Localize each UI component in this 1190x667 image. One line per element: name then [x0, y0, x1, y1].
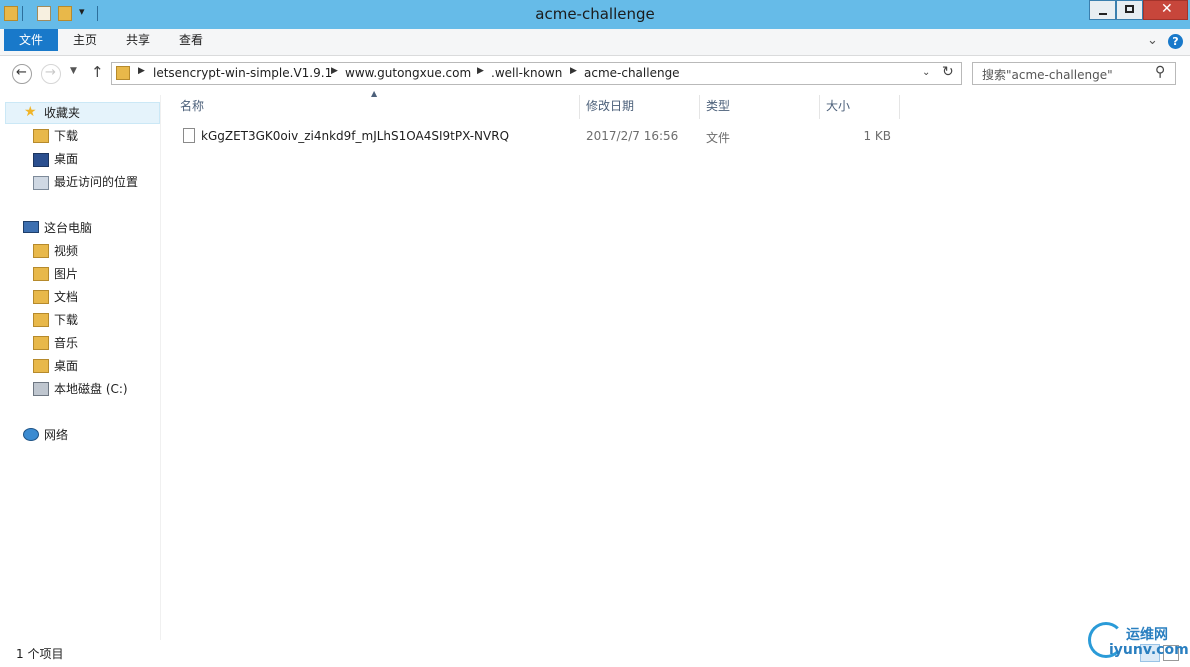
status-item-count: 1 个项目: [16, 647, 64, 661]
nav-this-pc[interactable]: 这台电脑: [44, 218, 92, 238]
folder-icon: [116, 66, 130, 80]
forward-button[interactable]: →: [41, 64, 61, 84]
close-button[interactable]: ✕: [1143, 0, 1188, 20]
file-modified: 2017/2/7 16:56: [586, 129, 679, 143]
tab-view[interactable]: 查看: [169, 29, 213, 51]
forward-arrow-icon: →: [45, 65, 56, 80]
nav-item-downloads-pc[interactable]: 下载: [54, 310, 78, 330]
help-icon[interactable]: ?: [1168, 34, 1183, 49]
back-arrow-icon: ←: [16, 65, 27, 80]
breadcrumb-separator-icon[interactable]: ▶: [570, 66, 577, 76]
desktop-folder-icon: [33, 359, 49, 373]
nav-item-documents[interactable]: 文档: [54, 287, 78, 307]
nav-item-desktop[interactable]: 桌面: [54, 149, 78, 169]
pictures-icon: [33, 267, 49, 281]
recent-locations-icon[interactable]: ▼: [70, 66, 77, 76]
recent-places-icon: [33, 176, 49, 190]
nav-item-videos[interactable]: 视频: [54, 241, 78, 261]
file-type: 文件: [706, 131, 731, 145]
nav-network[interactable]: 网络: [44, 425, 68, 445]
maximize-icon: [1125, 5, 1134, 13]
file-size: 1 KB: [863, 129, 891, 143]
network-icon: [23, 428, 39, 441]
minimize-icon: [1099, 13, 1107, 15]
downloads-icon: [33, 313, 49, 327]
pane-divider[interactable]: [160, 95, 161, 640]
breadcrumb-separator-icon[interactable]: ▶: [138, 66, 145, 76]
tab-home[interactable]: 主页: [63, 29, 107, 51]
back-button[interactable]: ←: [12, 64, 32, 84]
star-icon: ★: [24, 104, 37, 120]
nav-item-downloads[interactable]: 下载: [54, 126, 78, 146]
search-placeholder: 搜索"acme-challenge": [982, 68, 1113, 82]
breadcrumb-item[interactable]: acme-challenge: [584, 66, 680, 80]
expand-ribbon-icon[interactable]: ⌄: [1147, 33, 1158, 48]
address-dropdown-icon[interactable]: ⌄: [922, 67, 930, 78]
nav-item-pictures[interactable]: 图片: [54, 264, 78, 284]
window-title: acme-challenge: [535, 5, 655, 23]
breadcrumb-separator-icon[interactable]: ▶: [477, 66, 484, 76]
minimize-button[interactable]: [1089, 0, 1116, 20]
music-icon: [33, 336, 49, 350]
file-icon: [183, 128, 195, 143]
watermark-text: 运维网: [1126, 627, 1168, 643]
refresh-icon[interactable]: ↻: [942, 64, 954, 80]
nav-item-music[interactable]: 音乐: [54, 333, 78, 353]
drive-icon: [33, 382, 49, 396]
column-header-size[interactable]: 大小: [820, 95, 900, 119]
desktop-icon: [33, 153, 49, 167]
breadcrumb-item[interactable]: .well-known: [491, 66, 562, 80]
documents-icon: [33, 290, 49, 304]
tab-file[interactable]: 文件: [4, 29, 58, 51]
nav-item-local-disk[interactable]: 本地磁盘 (C:): [54, 379, 128, 399]
computer-icon: [23, 221, 39, 233]
downloads-icon: [33, 129, 49, 143]
column-header-modified[interactable]: 修改日期: [580, 95, 700, 119]
column-header-name[interactable]: 名称: [174, 95, 580, 119]
nav-item-desktop-pc[interactable]: 桌面: [54, 356, 78, 376]
up-arrow-icon[interactable]: ↑: [91, 63, 104, 81]
column-header-type[interactable]: 类型: [700, 95, 820, 119]
maximize-button[interactable]: [1116, 0, 1143, 20]
watermark-domain: iyunv.com: [1109, 642, 1189, 658]
file-name[interactable]: kGgZET3GK0oiv_zi4nkd9f_mJLhS1OA4SI9tPX-N…: [201, 129, 509, 143]
nav-favorites[interactable]: 收藏夹: [44, 103, 80, 123]
videos-icon: [33, 244, 49, 258]
tab-share[interactable]: 共享: [116, 29, 160, 51]
close-icon: ✕: [1161, 1, 1173, 17]
breadcrumb-item[interactable]: letsencrypt-win-simple.V1.9.1: [153, 66, 332, 80]
search-icon[interactable]: ⚲: [1155, 64, 1165, 80]
breadcrumb-separator-icon[interactable]: ▶: [331, 66, 338, 76]
nav-item-recent[interactable]: 最近访问的位置: [54, 172, 138, 192]
breadcrumb-item[interactable]: www.gutongxue.com: [345, 66, 471, 80]
